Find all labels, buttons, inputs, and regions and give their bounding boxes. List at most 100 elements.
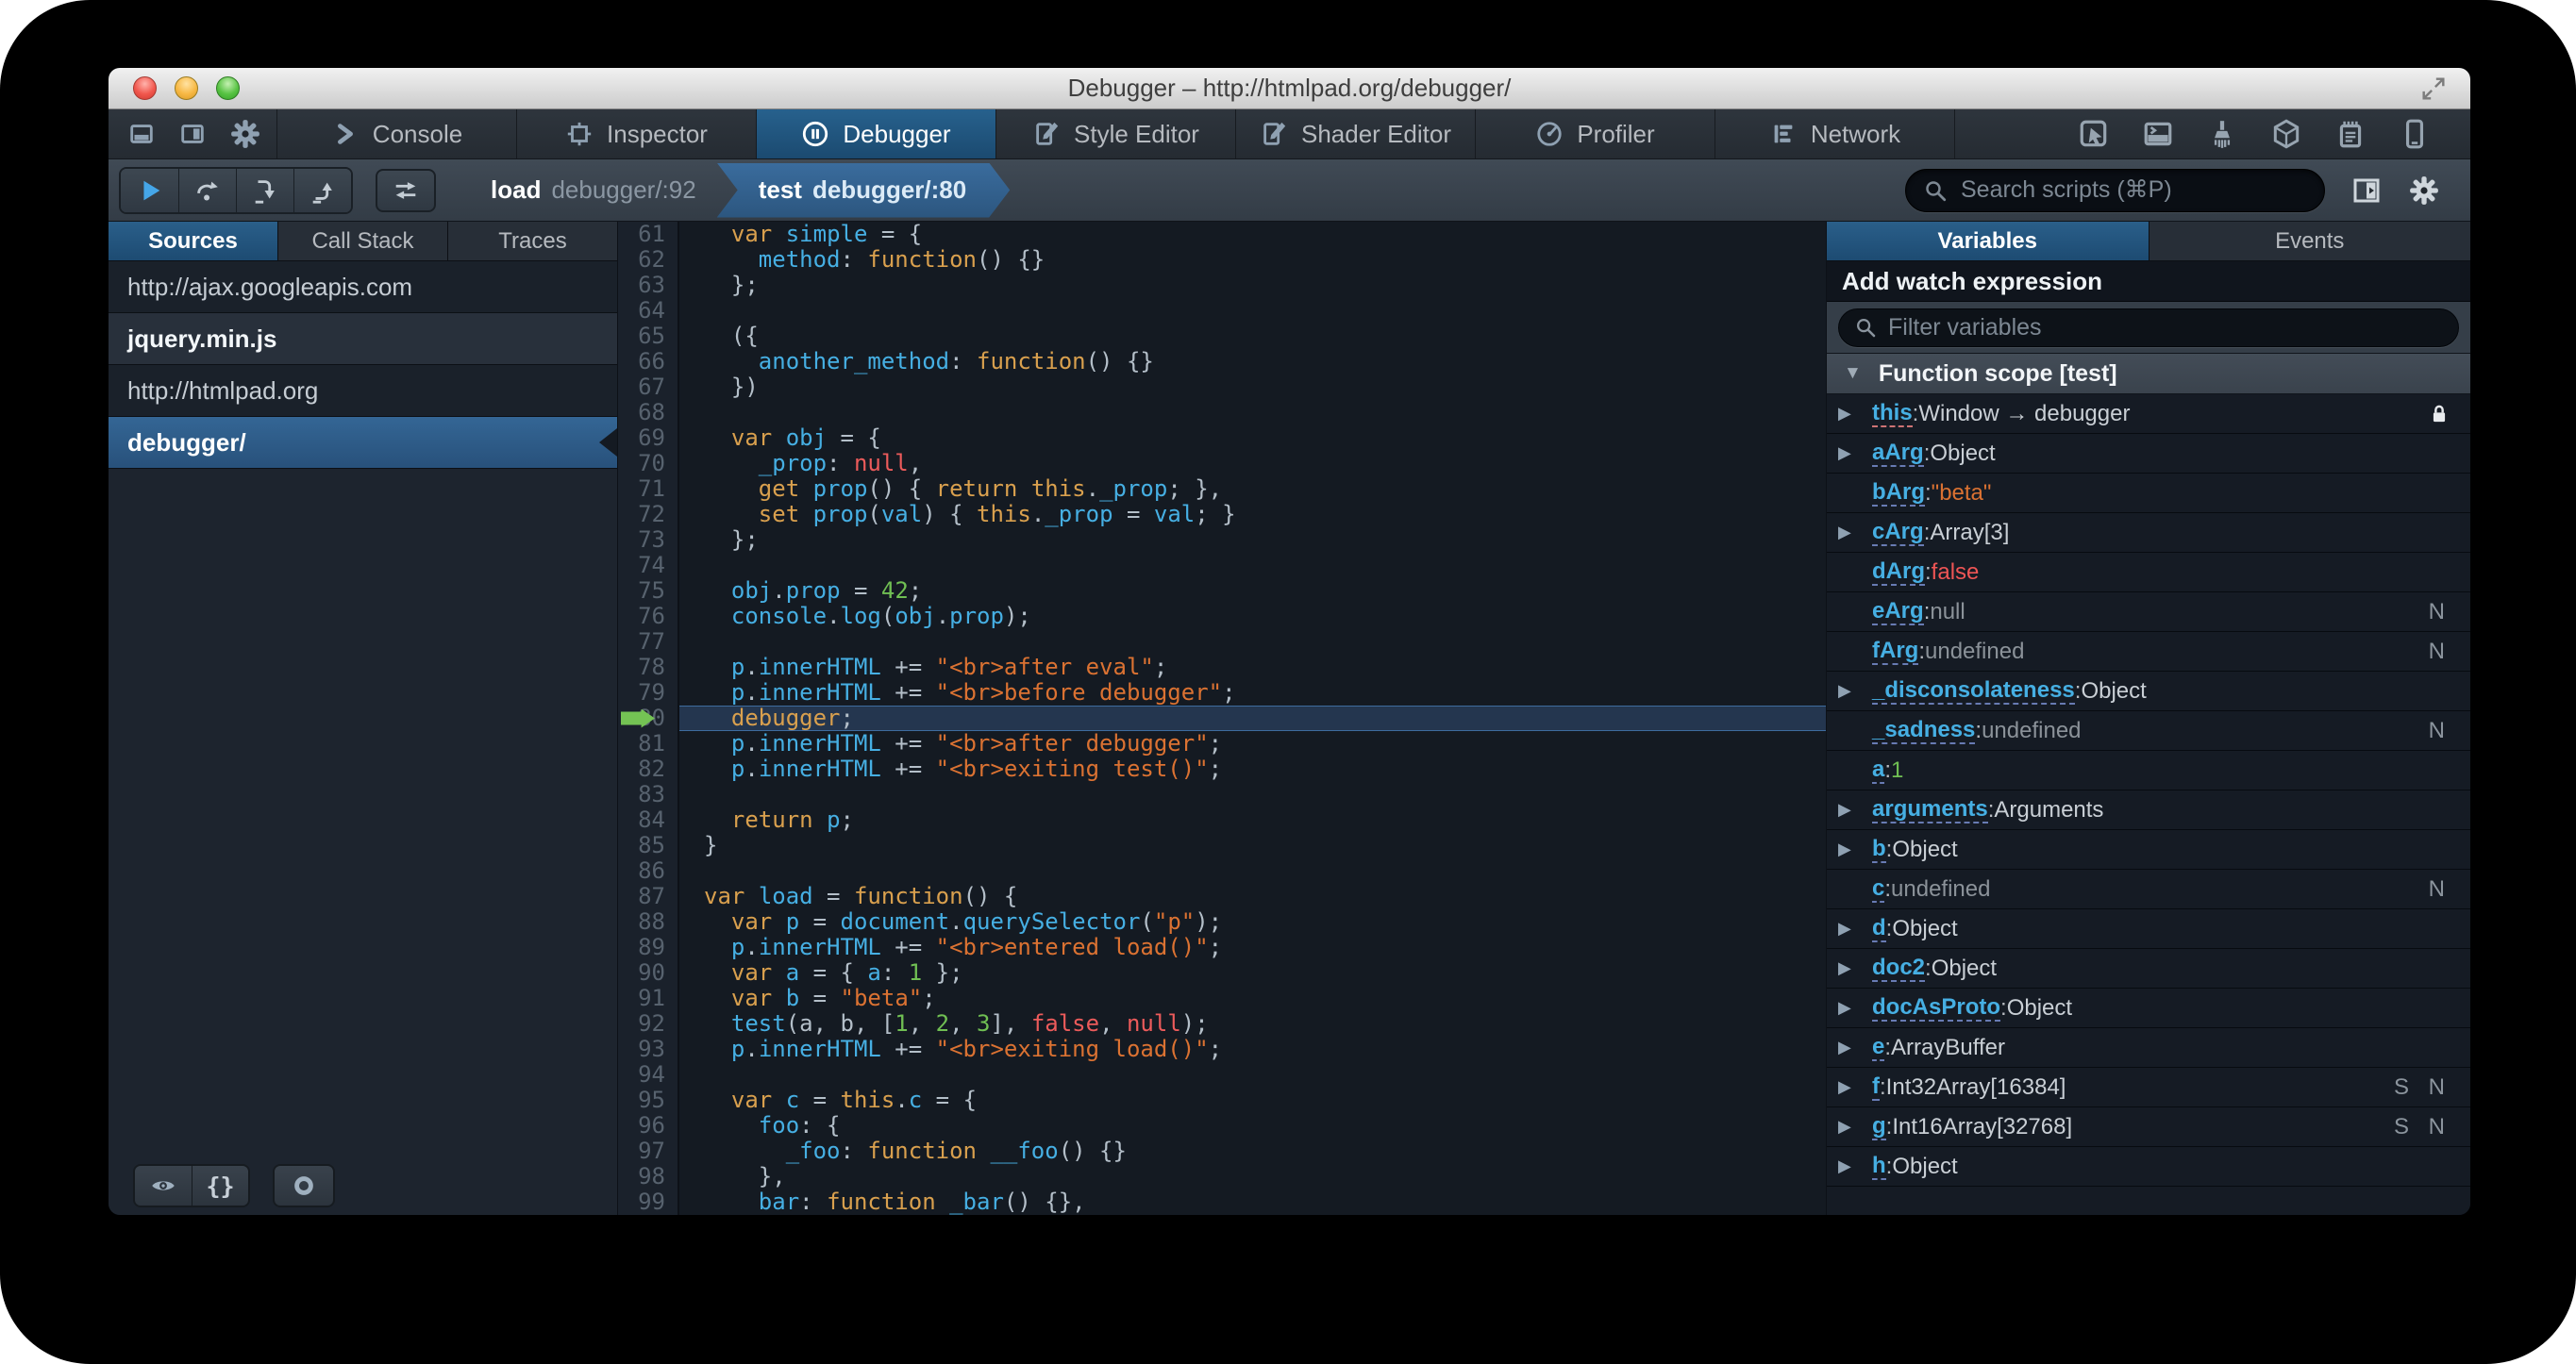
- code-text[interactable]: test(a, b, [1, 2, 3], false, null);: [679, 1011, 1826, 1037]
- code-text[interactable]: var obj = {: [679, 425, 1826, 451]
- code-text[interactable]: _foo: function __foo() {}: [679, 1139, 1826, 1164]
- line-number[interactable]: 90: [618, 960, 679, 986]
- blackbox-button[interactable]: [376, 168, 436, 212]
- line-number[interactable]: 73: [618, 527, 679, 553]
- line-number[interactable]: 95: [618, 1088, 679, 1113]
- variable-row-dArg[interactable]: dArg: false: [1827, 553, 2470, 592]
- line-number[interactable]: 84: [618, 807, 679, 833]
- code-editor[interactable]: 61 var simple = {62 method: function() {…: [618, 222, 1826, 1215]
- panel-toggle-button[interactable]: [2351, 175, 2382, 206]
- debugger-options-button[interactable]: [2408, 175, 2440, 207]
- line-number[interactable]: 94: [618, 1062, 679, 1088]
- tab-style-editor[interactable]: Style Editor: [996, 109, 1236, 158]
- code-text[interactable]: set prop(val) { this._prop = val; }: [679, 502, 1826, 527]
- variable-row-aArg[interactable]: ▶ aArg: Object: [1827, 434, 2470, 474]
- variable-row-_sadness[interactable]: _sadness: undefined N: [1827, 711, 2470, 751]
- variable-row-e[interactable]: ▶ e: ArrayBuffer: [1827, 1028, 2470, 1068]
- chevron-right-icon[interactable]: ▶: [1838, 1077, 1872, 1097]
- code-text[interactable]: p.innerHTML += "<br>after debugger";: [679, 731, 1826, 757]
- code-text[interactable]: p.innerHTML += "<br>exiting load()";: [679, 1037, 1826, 1062]
- 3d-view-button[interactable]: [2270, 118, 2302, 150]
- line-number[interactable]: 99: [618, 1189, 679, 1215]
- resize-icon[interactable]: [2419, 75, 2448, 103]
- variable-row-h[interactable]: ▶ h: Object: [1827, 1147, 2470, 1187]
- code-text[interactable]: var b = "beta";: [679, 986, 1826, 1011]
- code-text[interactable]: var p = document.querySelector("p");: [679, 909, 1826, 935]
- line-number[interactable]: 61: [618, 222, 679, 247]
- code-text[interactable]: }: [679, 833, 1826, 858]
- line-number[interactable]: 76: [618, 604, 679, 629]
- line-number[interactable]: 82: [618, 757, 679, 782]
- code-text[interactable]: [679, 400, 1826, 425]
- line-number[interactable]: 63: [618, 273, 679, 298]
- step-over-button[interactable]: [178, 168, 236, 212]
- code-text[interactable]: get prop() { return this._prop; },: [679, 476, 1826, 502]
- resume-button[interactable]: [121, 168, 178, 212]
- line-number[interactable]: 87: [618, 884, 679, 909]
- toolbox-options-button[interactable]: [229, 118, 261, 150]
- chevron-right-icon[interactable]: ▶: [1838, 1038, 1872, 1057]
- line-number[interactable]: 92: [618, 1011, 679, 1037]
- scope-header[interactable]: ▼ Function scope [test]: [1827, 354, 2470, 394]
- code-text[interactable]: p.innerHTML += "<br>after eval";: [679, 655, 1826, 680]
- line-number[interactable]: 65: [618, 324, 679, 349]
- code-text[interactable]: p.innerHTML += "<br>entered load()";: [679, 935, 1826, 960]
- scratchpad-button[interactable]: [2334, 118, 2367, 150]
- variable-row-f[interactable]: ▶ f: Int32Array[16384] S N: [1827, 1068, 2470, 1107]
- line-number[interactable]: 88: [618, 909, 679, 935]
- chevron-right-icon[interactable]: ▶: [1838, 998, 1872, 1018]
- code-text[interactable]: another_method: function() {}: [679, 349, 1826, 374]
- pick-element-button[interactable]: [2078, 118, 2110, 150]
- prettify-button[interactable]: {}: [192, 1166, 248, 1206]
- line-number[interactable]: 85: [618, 833, 679, 858]
- source-group[interactable]: http://ajax.googleapis.com: [109, 261, 617, 313]
- code-text[interactable]: [679, 298, 1826, 324]
- code-text[interactable]: },: [679, 1164, 1826, 1189]
- variable-row-cArg[interactable]: ▶ cArg: Array[3]: [1827, 513, 2470, 553]
- code-text[interactable]: foo: {: [679, 1113, 1826, 1139]
- variable-row-c[interactable]: c: undefined N: [1827, 870, 2470, 909]
- variable-row-fArg[interactable]: fArg: undefined N: [1827, 632, 2470, 672]
- line-number[interactable]: 83: [618, 782, 679, 807]
- code-text[interactable]: };: [679, 273, 1826, 298]
- code-text[interactable]: var simple = {: [679, 222, 1826, 247]
- code-text[interactable]: [679, 1062, 1826, 1088]
- tab-variables[interactable]: Variables: [1827, 222, 2149, 260]
- toggle-split-console-button[interactable]: [2142, 118, 2174, 150]
- chevron-right-icon[interactable]: ▶: [1838, 800, 1872, 820]
- source-group[interactable]: http://htmlpad.org: [109, 365, 617, 417]
- line-number[interactable]: 96: [618, 1113, 679, 1139]
- step-into-button[interactable]: [236, 168, 293, 212]
- code-text[interactable]: var load = function() {: [679, 884, 1826, 909]
- breadcrumb-load[interactable]: load debugger/:92: [470, 159, 717, 221]
- tab-network[interactable]: Network: [1715, 109, 1955, 158]
- chevron-right-icon[interactable]: ▶: [1838, 1117, 1872, 1137]
- tab-traces[interactable]: Traces: [448, 222, 617, 260]
- close-button[interactable]: [133, 76, 157, 100]
- chevron-right-icon[interactable]: ▶: [1838, 404, 1872, 424]
- dock-bottom-button[interactable]: [127, 120, 156, 148]
- line-number[interactable]: 68: [618, 400, 679, 425]
- variable-row-docAsProto[interactable]: ▶ docAsProto: Object: [1827, 989, 2470, 1028]
- code-text[interactable]: };: [679, 527, 1826, 553]
- code-text[interactable]: [679, 629, 1826, 655]
- code-text[interactable]: return p;: [679, 807, 1826, 833]
- search-scripts-box[interactable]: [1905, 168, 2325, 212]
- variable-row-bArg[interactable]: bArg: "beta": [1827, 474, 2470, 513]
- tab-shader-editor[interactable]: Shader Editor: [1236, 109, 1476, 158]
- line-number[interactable]: 86: [618, 858, 679, 884]
- eye-button[interactable]: [135, 1166, 192, 1206]
- minimize-button[interactable]: [175, 76, 198, 100]
- filter-variables-input[interactable]: [1886, 312, 2443, 342]
- variable-row-b[interactable]: ▶ b: Object: [1827, 830, 2470, 870]
- line-number[interactable]: 72: [618, 502, 679, 527]
- add-watch-expression[interactable]: Add watch expression: [1827, 261, 2470, 302]
- code-text[interactable]: p.innerHTML += "<br>exiting test()";: [679, 757, 1826, 782]
- line-number[interactable]: 71: [618, 476, 679, 502]
- code-text[interactable]: }): [679, 374, 1826, 400]
- chevron-right-icon[interactable]: ▶: [1838, 523, 1872, 542]
- line-number[interactable]: 77: [618, 629, 679, 655]
- line-number[interactable]: 80: [618, 706, 679, 731]
- search-scripts-input[interactable]: [1959, 175, 2307, 205]
- code-text[interactable]: [679, 782, 1826, 807]
